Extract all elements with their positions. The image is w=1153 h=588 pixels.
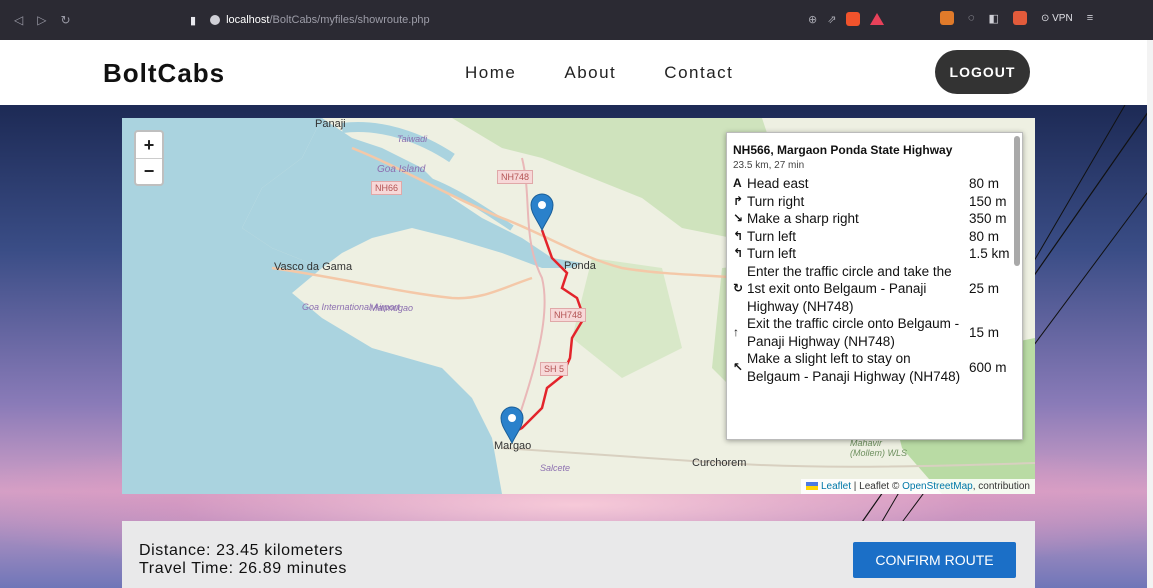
zoom-out-button[interactable]: − [136, 158, 162, 184]
bookmark-icon[interactable]: ▮ [190, 14, 196, 27]
instruction-text: Exit the traffic circle onto Belgaum - P… [747, 316, 960, 349]
map-label-marmugao: Marmugao [370, 303, 414, 313]
instruction-text: Enter the traffic circle and take the 1s… [747, 263, 952, 314]
route-summary-bar: Distance: 23.45 kilometers Travel Time: … [122, 521, 1035, 588]
attribution-tail: , contribution [972, 481, 1030, 492]
leaflet-link[interactable]: Leaflet [821, 481, 851, 492]
confirm-route-button[interactable]: CONFIRM ROUTE [853, 542, 1016, 578]
road-shield: SH 5 [540, 362, 569, 376]
instruction-text: Head east [747, 176, 809, 191]
map-label-goa-island: Goa Island [377, 164, 426, 175]
direction-icon: ↘ [733, 211, 744, 225]
instruction-row[interactable]: ↰ Turn left 1.5 km [733, 245, 1011, 263]
instruction-row[interactable]: ↱ Turn right 150 m [733, 193, 1011, 211]
attribution-text: | Leaflet © [853, 481, 900, 492]
instruction-distance: 15 m [969, 324, 1000, 340]
panel-scrollbar[interactable] [1014, 136, 1020, 266]
reload-icon[interactable]: ↻ [60, 13, 70, 27]
instruction-text: Turn left [747, 228, 797, 244]
zoom-icon[interactable]: ⊕ [808, 13, 817, 26]
route-stats: Distance: 23.45 kilometers Travel Time: … [139, 542, 347, 578]
direction-icon: ↰ [733, 246, 744, 260]
browser-nav-buttons: ◁ ▷ ↻ [0, 13, 185, 27]
distance-text: Distance: 23.45 kilometers [139, 542, 344, 559]
instruction-row[interactable]: ↻ Enter the traffic circle and take the 1… [733, 263, 1011, 316]
address-bar-actions: ⊕ ⇗ [808, 12, 885, 26]
extension-icon[interactable] [940, 11, 954, 25]
forward-icon[interactable]: ▷ [37, 13, 46, 27]
instructions-table: A Head east 80 m ↱ Turn right 150 m ↘ Make a sh… [733, 175, 1011, 385]
instruction-row[interactable]: A Head east 80 m [733, 175, 1011, 193]
nav-about[interactable]: About [564, 63, 616, 83]
instruction-row[interactable]: ↘ Make a sharp right 350 m [733, 210, 1011, 228]
map-label-mahavir: Mahavir (Mollem) WLS [850, 438, 908, 458]
map-label-ponda: Ponda [564, 260, 596, 272]
direction-icon: ↰ [733, 228, 744, 243]
instruction-distance: 1.5 km [969, 246, 1010, 261]
map-label-taiwadi: Taiwadi [397, 134, 428, 144]
direction-icon: ↖ [733, 359, 744, 374]
instruction-text: Make a sharp right [747, 211, 859, 226]
routing-instructions-panel[interactable]: NH566, Margaon Ponda State Highway 23.5 … [726, 132, 1023, 440]
nav-home[interactable]: Home [465, 63, 516, 83]
osm-link[interactable]: OpenStreetMap [902, 481, 973, 492]
direction-icon: A [733, 176, 742, 190]
vpn-label: VPN [1052, 12, 1073, 24]
direction-icon: ↑ [733, 324, 739, 339]
menu-icon[interactable]: ≡ [1087, 12, 1093, 24]
instruction-text: Turn left [747, 246, 797, 261]
vpn-button[interactable]: ⊙ VPN [1041, 13, 1073, 24]
instruction-row[interactable]: ↰ Turn left 80 m [733, 228, 1011, 246]
site-logo[interactable]: BoltCabs [103, 58, 225, 89]
zoom-control: + − [134, 130, 164, 186]
url-path: /BoltCabs/myfiles/showroute.php [269, 14, 430, 26]
brave-rewards-icon[interactable] [870, 13, 885, 25]
instruction-distance: 600 m [969, 359, 1007, 375]
travel-time-text: Travel Time: 26.89 minutes [139, 560, 347, 577]
map-label-curchorem: Curchorem [692, 457, 747, 469]
sidebar-icon[interactable]: ◧ [989, 12, 999, 25]
ukraine-flag-icon [805, 482, 818, 491]
instruction-row[interactable]: ↑ Exit the traffic circle onto Belgaum - … [733, 315, 1011, 350]
instruction-row[interactable]: ↖ Make a slight left to stay on Belgaum -… [733, 350, 1011, 385]
logout-button[interactable]: LOGOUT [935, 50, 1030, 94]
road-shield: NH66 [371, 181, 403, 195]
map-label-margao: Margao [494, 440, 532, 452]
road-shield: NH748 [550, 308, 587, 322]
instruction-text: Make a slight left to stay on Belgaum - … [747, 351, 961, 384]
site-header: BoltCabs Home About Contact LOGOUT [0, 40, 1153, 105]
browser-toolbar: ◁ ▷ ↻ ▮ localhost /BoltCabs/myfiles/show… [0, 0, 1153, 40]
page-scrollbar[interactable] [1147, 40, 1153, 588]
map-label-panaji: Panaji [315, 118, 346, 130]
back-icon[interactable]: ◁ [14, 13, 23, 27]
direction-icon: ↱ [733, 193, 744, 208]
nav-contact[interactable]: Contact [664, 63, 733, 83]
direction-icon: ↻ [733, 281, 744, 295]
url-host: localhost [226, 14, 270, 26]
zoom-in-button[interactable]: + [136, 132, 162, 158]
site-info-icon[interactable] [210, 15, 221, 25]
puzzle-icon[interactable]: ◌ [968, 12, 975, 24]
instruction-distance: 350 m [969, 211, 1007, 226]
road-shield: NH748 [497, 170, 534, 184]
share-icon[interactable]: ⇗ [827, 13, 836, 26]
instruction-distance: 150 m [969, 193, 1007, 209]
route-summary: 23.5 km, 27 min [733, 160, 805, 171]
brave-shields-icon[interactable] [846, 12, 861, 26]
instruction-text: Turn right [747, 193, 805, 209]
extensions-area: ◌ ◧ ⊙ VPN ≡ [940, 11, 1093, 25]
route-name: NH566, Margaon Ponda State Highway [733, 143, 953, 157]
map-label-salcete: Salcete [540, 463, 571, 473]
instruction-distance: 25 m [969, 281, 1000, 296]
wallet-icon[interactable] [1012, 11, 1027, 25]
main-nav: Home About Contact [465, 63, 733, 83]
instruction-distance: 80 m [969, 228, 1000, 244]
instruction-distance: 80 m [969, 176, 1000, 191]
map-label-vasco: Vasco da Gama [274, 261, 353, 273]
map-attribution: Leaflet | Leaflet © OpenStreetMap, contr… [800, 479, 1035, 494]
